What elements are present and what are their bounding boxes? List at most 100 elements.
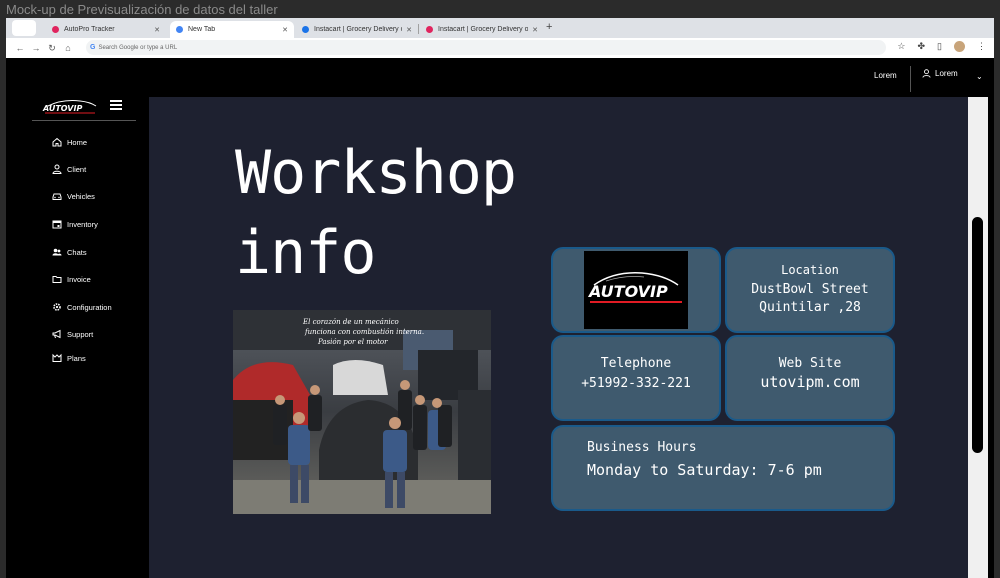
omnibox-input[interactable]: G Search Google or type a URL	[86, 40, 886, 55]
paypal-icon	[302, 26, 309, 33]
tab-label: New Tab	[188, 26, 216, 33]
sidebar-item-vehicles[interactable]: Vehicles	[52, 191, 95, 201]
tab-favicon-icon	[426, 26, 433, 33]
logo-card: AUTOVIP	[551, 247, 721, 333]
topbar-link[interactable]: Lorem	[874, 71, 897, 80]
sidebar-item-invoice[interactable]: Invoice	[52, 274, 91, 284]
gear-icon	[52, 302, 62, 312]
blank-tab[interactable]	[12, 20, 36, 36]
close-icon[interactable]: ✕	[406, 26, 412, 34]
sidebar-item-chats[interactable]: Chats	[52, 247, 87, 257]
web-page: Lorem Lorem ⌄ AUTOVIP Home Client Vehicl…	[6, 58, 994, 578]
sidebar-item-label: Invoice	[67, 274, 91, 284]
folder-icon	[52, 274, 62, 284]
location-card: Location DustBowl Street Quintilar ,28	[725, 247, 895, 333]
megaphone-icon	[52, 329, 62, 339]
telephone-card: Telephone +51992-332-221	[551, 335, 721, 421]
new-tab-plus-icon[interactable]: +	[546, 21, 552, 33]
sidebar-item-label: Chats	[67, 247, 87, 257]
tab-label: AutoPro Tracker	[64, 26, 115, 33]
plans-icon	[52, 353, 62, 363]
users-icon	[52, 247, 62, 257]
user-menu[interactable]: Lorem	[922, 69, 958, 78]
user-name: Lorem	[935, 69, 958, 78]
page-title: Workshop info	[235, 133, 517, 293]
hamburger-menu-icon[interactable]	[110, 100, 122, 112]
tab-strip: AutoPro Tracker ✕ New Tab ✕ Instacart | …	[6, 18, 994, 38]
location-line2: Quintilar ,28	[759, 300, 861, 315]
sidebar-item-home[interactable]: Home	[52, 137, 87, 147]
business-hours-value: Monday to Saturday: 7-6 pm	[587, 461, 822, 479]
scrollbar-thumb[interactable]	[972, 217, 983, 453]
car-icon	[52, 191, 62, 201]
close-icon[interactable]: ✕	[282, 26, 288, 34]
svg-text:funciona con combustión intern: funciona con combustión interna.	[304, 328, 424, 336]
tab-label: Instacart | Grocery Delivery or...	[438, 26, 529, 33]
forward-arrow-icon[interactable]: →	[28, 43, 44, 53]
sidebar-item-label: Configuration	[67, 302, 112, 312]
profile-avatar[interactable]	[954, 41, 965, 52]
website-card: Web Site utovipm.com	[725, 335, 895, 421]
omnibox-placeholder: Search Google or type a URL	[98, 44, 178, 51]
logo-text: AUTOVIP	[42, 104, 82, 113]
extensions-icon[interactable]: ✤	[918, 41, 926, 52]
sidebar-item-label: Client	[67, 164, 87, 174]
autovip-logo[interactable]: AUTOVIP	[42, 98, 100, 114]
sidebar-item-label: Inventory	[67, 219, 98, 229]
sidebar-divider	[32, 120, 136, 121]
close-icon[interactable]: ✕	[532, 26, 538, 34]
autovip-logo: AUTOVIP	[584, 251, 688, 329]
workshop-team-photo: El corazón de un mecánico funciona con c…	[233, 310, 491, 514]
svg-text:Pasión por el motor: Pasión por el motor	[317, 338, 388, 346]
sidebar-item-label: Support	[67, 329, 94, 339]
sidebar-item-inventory[interactable]: Inventory	[52, 219, 98, 229]
tab-new-tab[interactable]: New Tab ✕	[170, 21, 294, 38]
google-icon	[176, 26, 183, 33]
telephone-value[interactable]: +51992-332-221	[553, 376, 719, 391]
star-icon[interactable]: ☆	[897, 41, 905, 52]
website-link[interactable]: utovipm.com	[727, 373, 893, 391]
business-hours-card: Business Hours Monday to Saturday: 7-6 p…	[551, 425, 895, 511]
sidebar-item-label: Home	[67, 137, 88, 147]
address-bar: ← → ↻ ⌂ G Search Google or type a URL ☆ …	[6, 38, 994, 58]
location-label: Location	[781, 263, 839, 277]
reload-icon[interactable]: ↻	[44, 43, 60, 54]
user-icon	[922, 69, 931, 78]
home-browser-icon[interactable]: ⌂	[60, 43, 76, 53]
sidebar-item-label: Plans	[67, 353, 86, 363]
calendar-icon	[52, 219, 62, 229]
tab-label: Instacart | Grocery Delivery or...	[314, 26, 402, 33]
sidebar-item-plans[interactable]: Plans	[52, 353, 86, 363]
sidebar-item-support[interactable]: Support	[52, 329, 93, 339]
kebab-menu-icon[interactable]: ⋮	[977, 41, 986, 52]
sidebar: AUTOVIP Home Client Vehicles Inventory C…	[6, 96, 149, 578]
svg-text:El corazón de un mecánico: El corazón de un mecánico	[302, 318, 399, 326]
sidebar-item-client[interactable]: Client	[52, 164, 86, 174]
user-icon	[52, 164, 62, 174]
sidepanel-icon[interactable]: ▯	[937, 41, 942, 52]
page-title-line1: Workshop	[235, 138, 517, 208]
top-navbar: Lorem Lorem ⌄	[6, 58, 994, 96]
browser-window: AutoPro Tracker ✕ New Tab ✕ Instacart | …	[6, 18, 994, 578]
business-hours-label: Business Hours	[587, 440, 697, 455]
browser-actions: ☆ ✤ ▯ ⋮	[897, 41, 986, 52]
location-line1: DustBowl Street	[751, 282, 869, 297]
chevron-down-icon[interactable]: ⌄	[976, 72, 983, 81]
tab-instacart-2[interactable]: Instacart | Grocery Delivery or... ✕	[420, 21, 544, 38]
sidebar-item-label: Vehicles	[67, 191, 95, 201]
logo-text: AUTOVIP	[587, 282, 668, 301]
google-g-icon: G	[90, 44, 96, 51]
tab-instacart-1[interactable]: Instacart | Grocery Delivery or... ✕	[296, 21, 418, 38]
website-label: Web Site	[778, 356, 842, 371]
telephone-label: Telephone	[600, 356, 672, 371]
sidebar-item-configuration[interactable]: Configuration	[52, 302, 112, 312]
workshop-info-panel: Workshop info El corazón de un mecánico …	[149, 97, 973, 578]
back-arrow-icon[interactable]: ←	[12, 43, 28, 53]
tab-autopro[interactable]: AutoPro Tracker ✕	[46, 21, 166, 38]
divider	[910, 66, 911, 92]
mockup-title: Mock-up de Previsualización de datos del…	[6, 2, 278, 17]
tab-favicon-icon	[52, 26, 59, 33]
page-title-line2: info	[235, 218, 376, 288]
home-icon	[52, 137, 62, 147]
close-icon[interactable]: ✕	[154, 26, 160, 34]
